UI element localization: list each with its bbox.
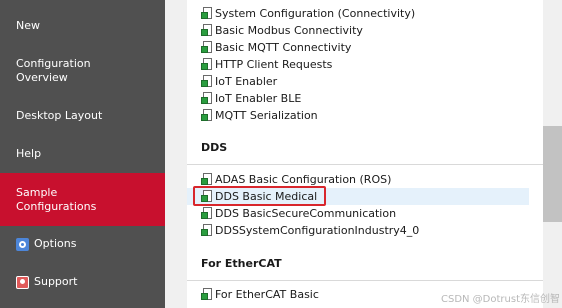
list-item[interactable]: DDS BasicSecureCommunication	[201, 205, 396, 222]
config-file-icon	[201, 207, 212, 220]
list-item[interactable]: Basic MQTT Connectivity	[201, 39, 351, 56]
list-item-label: DDS Basic Medical	[215, 190, 318, 203]
list-item[interactable]: HTTP Client Requests	[201, 56, 332, 73]
list-item[interactable]: For EtherCAT Basic	[201, 286, 319, 303]
list-item-label: ADAS Basic Configuration (ROS)	[215, 173, 392, 186]
list-item-label: Basic Modbus Connectivity	[215, 24, 363, 37]
watermark: CSDN @Dotrust东信创智	[440, 294, 560, 305]
content-gutter	[165, 0, 187, 308]
config-file-icon	[201, 58, 212, 71]
config-file-icon	[201, 92, 212, 105]
list-item-label: HTTP Client Requests	[215, 58, 333, 71]
nav-sample-configurations-label: Sample Configurations	[16, 185, 97, 213]
nav-help[interactable]: Help	[0, 145, 165, 163]
vertical-scrollbar[interactable]	[543, 0, 562, 308]
nav-configuration-overview[interactable]: Configuration Overview	[0, 57, 165, 85]
config-file-icon	[201, 288, 212, 301]
list-item-selected[interactable]: DDS Basic Medical	[187, 188, 529, 205]
gear-icon	[16, 237, 29, 251]
nav-sample-configurations[interactable]: Sample Configurations	[0, 173, 165, 226]
list-item[interactable]: IoT Enabler BLE	[201, 90, 301, 107]
nav-configuration-overview-label: Configuration Overview	[16, 57, 91, 84]
config-file-icon	[201, 24, 212, 37]
config-file-icon	[201, 75, 212, 88]
section-divider	[187, 164, 543, 165]
sample-list-panel: System Configuration (Connectivity) Basi…	[187, 0, 543, 308]
nav-new[interactable]: New	[0, 17, 165, 35]
section-heading-dds: DDS	[201, 141, 228, 154]
list-item-label: MQTT Serialization	[215, 109, 318, 122]
config-file-icon	[201, 224, 212, 237]
list-item[interactable]: ADAS Basic Configuration (ROS)	[201, 171, 391, 188]
list-item-label: DDS BasicSecureCommunication	[215, 207, 397, 220]
list-item[interactable]: Basic Modbus Connectivity	[201, 22, 363, 39]
nav-desktop-layout-label: Desktop Layout	[16, 109, 103, 122]
nav-desktop-layout[interactable]: Desktop Layout	[0, 107, 165, 125]
config-file-icon	[201, 173, 212, 186]
section-divider	[187, 280, 543, 281]
sidebar: New Configuration Overview Desktop Layou…	[0, 0, 165, 308]
list-item-label: IoT Enabler	[215, 75, 278, 88]
nav-new-label: New	[16, 19, 40, 32]
list-item[interactable]: IoT Enabler	[201, 73, 277, 90]
list-item-label: System Configuration (Connectivity)	[215, 7, 416, 20]
list-item[interactable]: MQTT Serialization	[201, 107, 318, 124]
support-icon	[16, 275, 29, 289]
list-item-label: IoT Enabler BLE	[215, 92, 302, 105]
nav-support[interactable]: Support	[0, 273, 165, 291]
config-file-icon	[201, 190, 212, 203]
list-item-label: Basic MQTT Connectivity	[215, 41, 352, 54]
list-item[interactable]: System Configuration (Connectivity)	[201, 5, 415, 22]
config-file-icon	[201, 109, 212, 122]
list-item-label: DDSSystemConfigurationIndustry4_0	[215, 224, 420, 237]
nav-options-label: Options	[34, 237, 77, 250]
section-heading-ethercat: For EtherCAT	[201, 257, 282, 270]
list-item-label: For EtherCAT Basic	[215, 288, 319, 301]
nav-support-label: Support	[34, 275, 78, 288]
list-item[interactable]: DDSSystemConfigurationIndustry4_0	[201, 222, 419, 239]
nav-help-label: Help	[16, 147, 42, 160]
config-file-icon	[201, 41, 212, 54]
nav-options[interactable]: Options	[0, 235, 165, 253]
config-file-icon	[201, 7, 212, 20]
scrollbar-thumb[interactable]	[543, 126, 562, 222]
